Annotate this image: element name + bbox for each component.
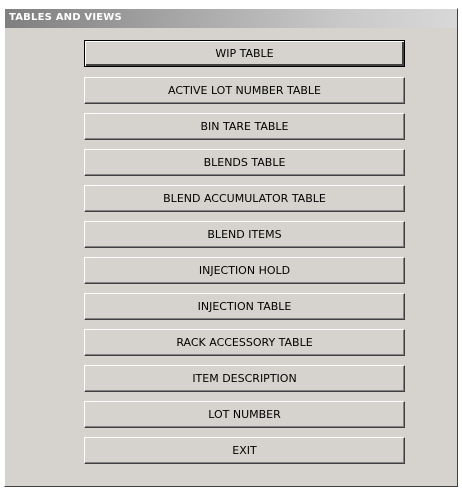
blend-accumulator-table-button[interactable]: BLEND ACCUMULATOR TABLE xyxy=(84,185,405,212)
tables-and-views-window: TABLES AND VIEWS WIP TABLE ACTIVE LOT NU… xyxy=(0,0,462,489)
form-frame: TABLES AND VIEWS WIP TABLE ACTIVE LOT NU… xyxy=(4,8,458,487)
injection-hold-button[interactable]: INJECTION HOLD xyxy=(84,257,405,284)
bin-tare-table-button[interactable]: BIN TARE TABLE xyxy=(84,113,405,140)
item-description-button[interactable]: ITEM DESCRIPTION xyxy=(84,365,405,392)
rack-accessory-table-button[interactable]: RACK ACCESSORY TABLE xyxy=(84,329,405,356)
title-bar: TABLES AND VIEWS xyxy=(5,9,457,28)
injection-table-button[interactable]: INJECTION TABLE xyxy=(84,293,405,320)
window-title: TABLES AND VIEWS xyxy=(9,12,122,23)
blends-table-button[interactable]: BLENDS TABLE xyxy=(84,149,405,176)
blend-items-button[interactable]: BLEND ITEMS xyxy=(84,221,405,248)
wip-table-button[interactable]: WIP TABLE xyxy=(84,40,405,67)
active-lot-number-table-button[interactable]: ACTIVE LOT NUMBER TABLE xyxy=(84,77,405,104)
exit-button[interactable]: EXIT xyxy=(84,437,405,464)
lot-number-button[interactable]: LOT NUMBER xyxy=(84,401,405,428)
